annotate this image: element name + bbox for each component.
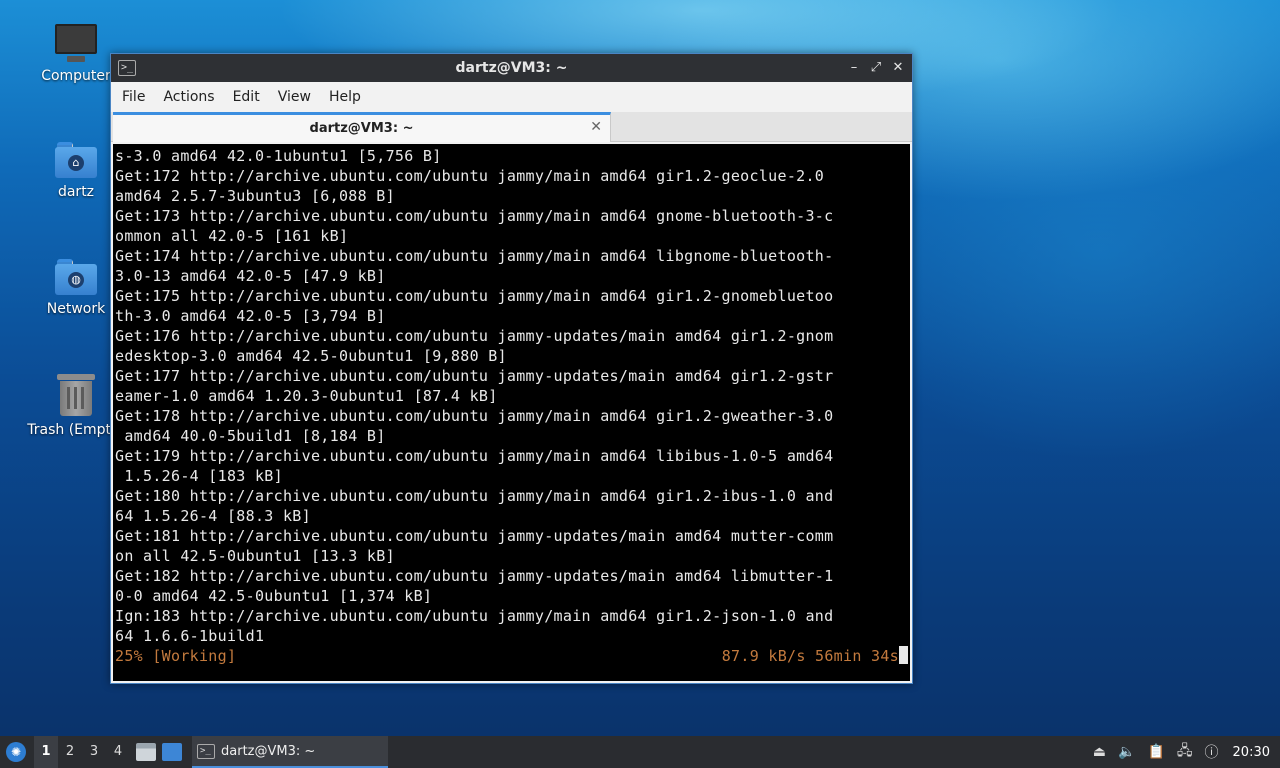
terminal-line: 64 1.6.6-1build1 <box>115 627 265 645</box>
menu-edit[interactable]: Edit <box>224 89 269 105</box>
network-folder-icon: ◍ <box>55 259 97 295</box>
terminal-line: 64 1.5.26-4 [88.3 kB] <box>115 507 311 525</box>
tab-title: dartz@VM3: ~ <box>309 121 414 136</box>
progress-status: 25% [Working] <box>115 647 237 665</box>
start-menu-icon[interactable]: ✺ <box>6 742 26 762</box>
minimize-button[interactable]: – <box>846 60 862 76</box>
menu-actions[interactable]: Actions <box>154 89 223 105</box>
desktop-icon-label: Network <box>46 301 106 317</box>
terminal-line: Get:182 http://archive.ubuntu.com/ubuntu… <box>115 567 834 585</box>
terminal-line: Get:173 http://archive.ubuntu.com/ubuntu… <box>115 207 834 225</box>
terminal-line: Get:175 http://archive.ubuntu.com/ubuntu… <box>115 287 834 305</box>
file-manager-icon[interactable] <box>136 743 156 761</box>
eject-icon[interactable]: ⏏ <box>1093 744 1106 760</box>
terminal-line: Get:172 http://archive.ubuntu.com/ubuntu… <box>115 167 825 185</box>
terminal-app-icon[interactable]: >_ <box>118 60 136 76</box>
workspace-switcher: 1 2 3 4 <box>34 736 130 768</box>
window-title: dartz@VM3: ~ <box>455 60 568 76</box>
terminal-line: Get:181 http://archive.ubuntu.com/ubuntu… <box>115 527 834 545</box>
close-button[interactable]: ✕ <box>890 60 906 76</box>
terminal-output[interactable]: s-3.0 amd64 42.0-1ubuntu1 [5,756 B] Get:1… <box>113 144 910 681</box>
terminal-window[interactable]: >_ dartz@VM3: ~ – ⤢ ✕ File Actions Edit … <box>110 53 913 684</box>
desktop-icon-label: Computer <box>41 68 111 84</box>
workspace-4[interactable]: 4 <box>106 736 130 768</box>
system-tray: ⏏ 🔈 📋 🖧 ⓘ 20:30 <box>1093 740 1270 764</box>
window-titlebar[interactable]: >_ dartz@VM3: ~ – ⤢ ✕ <box>111 54 912 82</box>
trash-icon <box>57 374 95 416</box>
download-rate: 87.9 kB/s 56min 34s <box>722 646 908 666</box>
terminal-line: eamer-1.0 amd64 1.20.3-0ubuntu1 [87.4 kB… <box>115 387 498 405</box>
terminal-line: 3.0-13 amd64 42.0-5 [47.9 kB] <box>115 267 386 285</box>
terminal-line: amd64 40.0-5build1 [8,184 B] <box>115 427 386 445</box>
taskbar: ✺ 1 2 3 4 >_ dartz@VM3: ~ ⏏ 🔈 📋 🖧 ⓘ 20:3… <box>0 736 1280 768</box>
desktop-icon-label: dartz <box>57 184 95 200</box>
terminal-line: 1.5.26-4 [183 kB] <box>115 467 283 485</box>
terminal-line: Get:177 http://archive.ubuntu.com/ubuntu… <box>115 367 834 385</box>
terminal-line: ommon all 42.0-5 [161 kB] <box>115 227 349 245</box>
terminal-line: Get:174 http://archive.ubuntu.com/ubuntu… <box>115 247 834 265</box>
terminal-line: th-3.0 amd64 42.0-5 [3,794 B] <box>115 307 386 325</box>
menu-file[interactable]: File <box>113 89 154 105</box>
update-notifier-icon[interactable]: ⓘ <box>1205 742 1219 762</box>
terminal-line: Get:178 http://archive.ubuntu.com/ubuntu… <box>115 407 834 425</box>
maximize-button[interactable]: ⤢ <box>868 60 884 76</box>
menu-view[interactable]: View <box>269 89 320 105</box>
terminal-line: edesktop-3.0 amd64 42.5-0ubuntu1 [9,880 … <box>115 347 507 365</box>
home-folder-icon: ⌂ <box>55 142 97 178</box>
terminal-line: s-3.0 amd64 42.0-1ubuntu1 [5,756 B] <box>115 147 442 165</box>
task-label: dartz@VM3: ~ <box>221 743 316 759</box>
text-cursor <box>899 646 908 664</box>
computer-icon <box>55 24 97 62</box>
show-desktop-icon[interactable] <box>162 743 182 761</box>
tab-bar: dartz@VM3: ~ ✕ <box>111 112 912 142</box>
workspace-1[interactable]: 1 <box>34 736 58 768</box>
menu-bar: File Actions Edit View Help <box>111 82 912 112</box>
terminal-tab[interactable]: dartz@VM3: ~ ✕ <box>113 112 611 142</box>
terminal-task-icon: >_ <box>197 743 215 759</box>
terminal-line: 0-0 amd64 42.5-0ubuntu1 [1,374 kB] <box>115 587 433 605</box>
workspace-2[interactable]: 2 <box>58 736 82 768</box>
workspace-3[interactable]: 3 <box>82 736 106 768</box>
terminal-line: Get:180 http://archive.ubuntu.com/ubuntu… <box>115 487 834 505</box>
taskbar-task-terminal[interactable]: >_ dartz@VM3: ~ <box>192 736 388 768</box>
terminal-line: on all 42.5-0ubuntu1 [13.3 kB] <box>115 547 395 565</box>
menu-help[interactable]: Help <box>320 89 370 105</box>
clock[interactable]: 20:30 <box>1233 745 1270 760</box>
tab-close-icon[interactable]: ✕ <box>590 119 602 135</box>
progress-status-line: 25% [Working] 87.9 kB/s 56min 34s <box>115 646 908 666</box>
terminal-line: Get:179 http://archive.ubuntu.com/ubuntu… <box>115 447 834 465</box>
terminal-line: Get:176 http://archive.ubuntu.com/ubuntu… <box>115 327 834 345</box>
terminal-line: amd64 2.5.7-3ubuntu3 [6,088 B] <box>115 187 395 205</box>
network-icon[interactable]: 🖧 <box>1177 740 1193 764</box>
volume-icon[interactable]: 🔈 <box>1118 744 1135 760</box>
clipboard-icon[interactable]: 📋 <box>1147 744 1164 760</box>
terminal-line: Ign:183 http://archive.ubuntu.com/ubuntu… <box>115 607 834 625</box>
